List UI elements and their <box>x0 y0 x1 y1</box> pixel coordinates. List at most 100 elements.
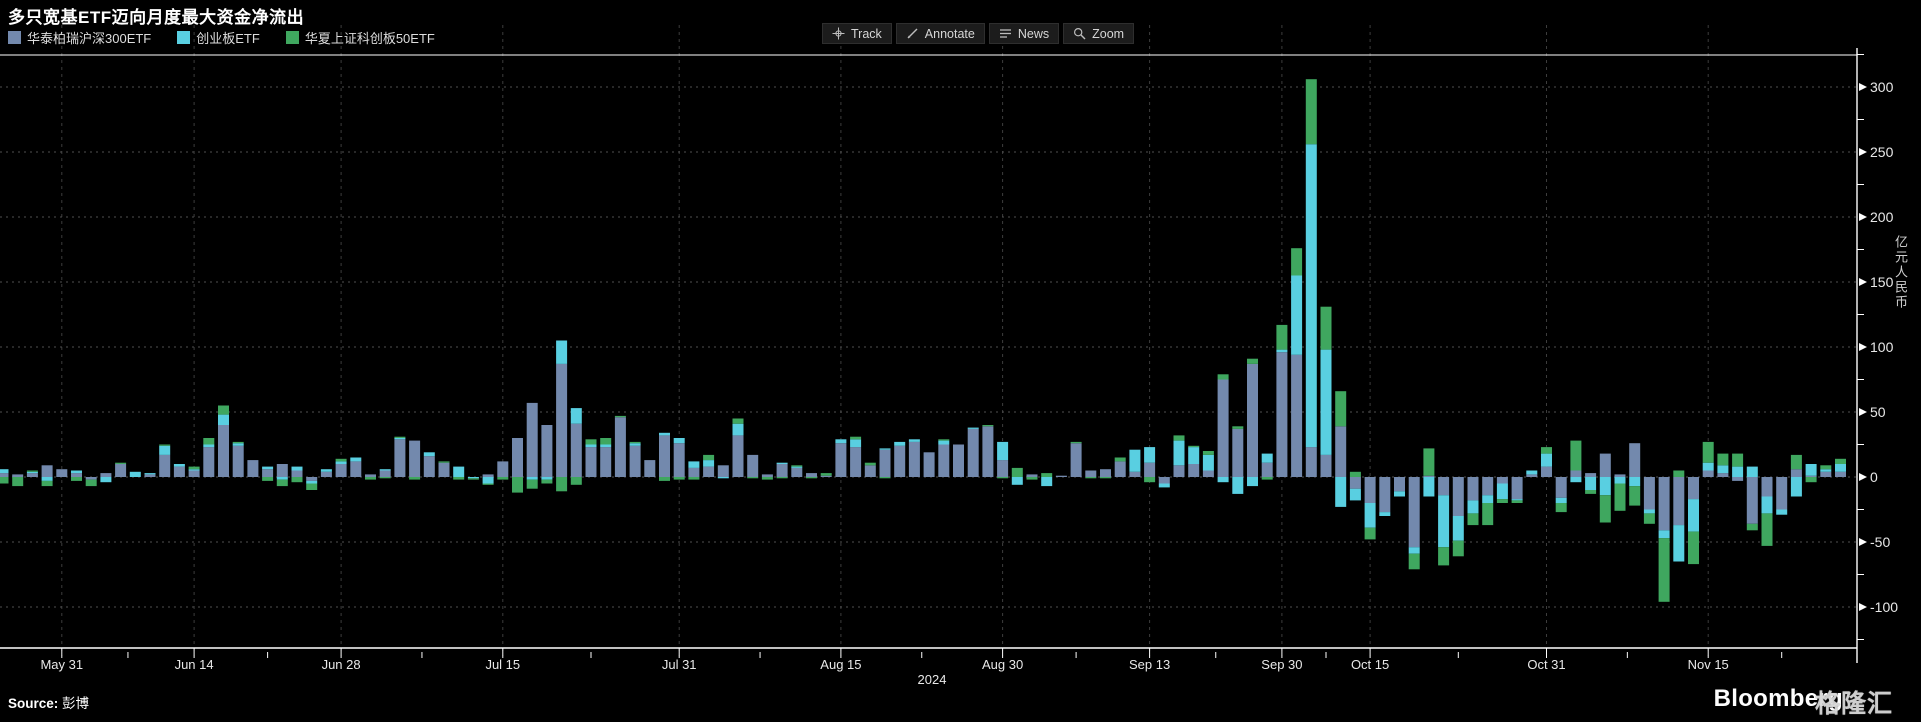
bar-segment <box>541 425 553 477</box>
bar-segment <box>1776 477 1788 510</box>
bar-segment <box>659 477 670 481</box>
bar-segment <box>1114 461 1126 477</box>
bar-segment <box>1202 451 1214 455</box>
bar-segment <box>659 435 670 477</box>
bar-segment <box>71 477 82 481</box>
bar-segment <box>1835 471 1846 477</box>
bar-segment <box>1276 324 1288 350</box>
bar-segment <box>1100 477 1111 479</box>
bar-segment <box>1482 477 1494 496</box>
bar-segment <box>732 435 744 477</box>
bar-segment <box>673 477 685 480</box>
bar-segment <box>629 441 641 444</box>
bar-segment <box>1291 354 1303 477</box>
bar-segment <box>791 467 803 477</box>
bar-segment <box>1335 426 1347 477</box>
source-name: 彭博 <box>62 696 90 711</box>
bar-segment <box>129 471 141 477</box>
bar-segment <box>1011 477 1023 485</box>
bar-segment <box>1349 471 1361 477</box>
legend-swatch-chinext <box>177 31 191 44</box>
bar-segment <box>1599 477 1611 496</box>
bar-segment <box>1746 523 1758 531</box>
bar-segment <box>1041 477 1053 487</box>
chart-plot-area[interactable]: 300 250 200 150 100 50 0 -50 -100 May 31 Jun 14 Ju… <box>0 0 1921 717</box>
bar-segment <box>1702 462 1714 471</box>
bar-segment <box>820 475 832 477</box>
bar-segment <box>1320 349 1332 455</box>
bar-segment <box>306 483 318 490</box>
bar-segment <box>1496 477 1508 484</box>
bar-segment <box>188 469 200 471</box>
bar-segment <box>806 477 817 479</box>
bar-segment <box>1599 495 1611 523</box>
bar-segment <box>41 480 53 487</box>
bar-segment <box>1261 477 1273 480</box>
bar-segment <box>1717 465 1729 474</box>
bar-segment <box>570 423 582 477</box>
y-axis-label: 200 <box>1870 209 1894 225</box>
bar-segment <box>1438 477 1450 496</box>
bar-segment <box>0 469 9 474</box>
bar-segment <box>761 477 773 480</box>
x-axis-label: Jun 28 <box>321 657 361 672</box>
bar-segment <box>1570 470 1582 477</box>
bar-segment <box>997 460 1009 477</box>
bar-segment <box>1100 469 1111 477</box>
bar-segment <box>1364 503 1376 528</box>
x-axis-label: May 31 <box>40 657 84 672</box>
bar-segment <box>467 477 479 479</box>
bar-segment <box>614 415 626 418</box>
bar-segment <box>1276 352 1288 477</box>
bar-segment <box>1585 490 1597 494</box>
bar-segment <box>188 470 200 477</box>
track-button[interactable]: Track <box>822 23 892 44</box>
bar-segment <box>1467 513 1479 526</box>
bar-segment <box>394 438 406 440</box>
bar-segment <box>144 474 156 477</box>
bar-segment <box>1805 464 1817 476</box>
bar-segment <box>688 467 700 477</box>
y-axis-tick-arrow <box>1859 83 1867 91</box>
bar-segment <box>1790 454 1802 470</box>
zoom-button[interactable]: Zoom <box>1063 23 1135 44</box>
bar-segment <box>938 440 950 445</box>
legend-item-hs300: 华泰柏瑞沪深300ETF <box>8 28 151 47</box>
bar-segment <box>159 444 171 446</box>
bar-segment <box>203 438 215 445</box>
bar-segment <box>26 473 38 477</box>
bar-segment <box>1732 477 1744 481</box>
bar-segment <box>850 436 862 440</box>
bar-segment <box>497 477 509 480</box>
bar-segment <box>1732 466 1744 477</box>
bar-segment <box>894 441 906 446</box>
bar-segment <box>482 483 494 485</box>
news-button[interactable]: News <box>988 23 1060 44</box>
bar-segment <box>1423 475 1435 477</box>
bar-segment <box>1364 477 1376 503</box>
x-axis-label: Sep 13 <box>1128 657 1171 672</box>
bar-segment <box>1217 477 1229 483</box>
bar-segment <box>526 479 538 489</box>
bar-segment <box>0 473 9 477</box>
source-line: Source: 彭博 <box>8 692 89 712</box>
bar-segment <box>1070 443 1082 477</box>
bar-segment <box>1555 477 1567 498</box>
bar-segment <box>747 454 759 477</box>
bar-segment <box>320 471 332 477</box>
y-axis-tick-arrow <box>1859 278 1867 286</box>
annotate-button[interactable]: Annotate <box>895 23 985 44</box>
y-axis-tick-arrow <box>1859 213 1867 221</box>
bar-segment <box>1379 477 1391 513</box>
bar-segment <box>1173 465 1185 477</box>
bar-segment <box>100 477 112 483</box>
bar-segment <box>732 423 744 436</box>
bar-segment <box>1232 426 1244 429</box>
bar-segment <box>717 477 729 479</box>
bar-segment <box>967 427 979 429</box>
bar-segment <box>188 466 200 470</box>
bar-segment <box>453 466 465 477</box>
bar-segment <box>673 438 685 444</box>
bar-segment <box>879 449 891 477</box>
bar-segment <box>100 473 112 477</box>
